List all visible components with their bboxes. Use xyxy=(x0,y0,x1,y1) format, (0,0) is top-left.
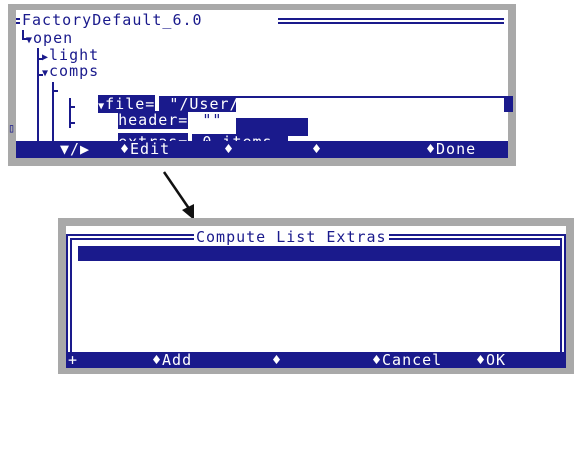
title-rule-right-2 xyxy=(278,22,504,24)
title-rule-left-2 xyxy=(16,22,20,24)
expanded-triangle-icon: ▼ xyxy=(42,68,50,79)
top-menubar: ▼/▶ ♦Edit ♦ ♦ ♦Done xyxy=(16,141,508,158)
done-button[interactable]: ♦Done xyxy=(426,141,476,158)
dialog-title: Compute List Extras xyxy=(194,227,389,247)
menu-diamond-2[interactable]: ♦ xyxy=(312,141,322,158)
window-title: FactoryDefault_6.0 xyxy=(22,11,203,29)
top-window: FactoryDefault_6.0 ▼open ▶light ▼comps ▼… xyxy=(8,10,514,158)
tree-line xyxy=(37,48,39,144)
title-rule-right xyxy=(278,18,504,20)
margin-mark: ▯ xyxy=(8,121,17,135)
down-right-arrow-icon xyxy=(162,171,194,220)
plus-button[interactable]: + xyxy=(68,352,78,368)
menu-diamond[interactable]: ♦ xyxy=(272,352,282,368)
header-value-field-gap xyxy=(236,98,504,118)
cancel-button[interactable]: ♦Cancel xyxy=(372,352,442,368)
extras-field-gap xyxy=(308,118,504,138)
nav-button[interactable]: ▼/▶ xyxy=(60,141,90,158)
add-button[interactable]: ♦Add xyxy=(152,352,192,368)
menu-diamond-1[interactable]: ♦ xyxy=(224,141,234,158)
collapsed-triangle-icon: ▶ xyxy=(42,52,50,63)
dialog-menubar: + ♦Add ♦ ♦Cancel ♦OK xyxy=(66,352,566,368)
expanded-triangle-icon: ▼ xyxy=(26,35,34,46)
bottom-window: Compute List Extras + ♦Add ♦ ♦Cancel ♦OK xyxy=(66,226,566,368)
edit-button[interactable]: ♦Edit xyxy=(120,141,170,158)
title-rule-left xyxy=(16,18,20,20)
ok-button[interactable]: ♦OK xyxy=(476,352,506,368)
list-selection-row[interactable] xyxy=(78,246,562,261)
